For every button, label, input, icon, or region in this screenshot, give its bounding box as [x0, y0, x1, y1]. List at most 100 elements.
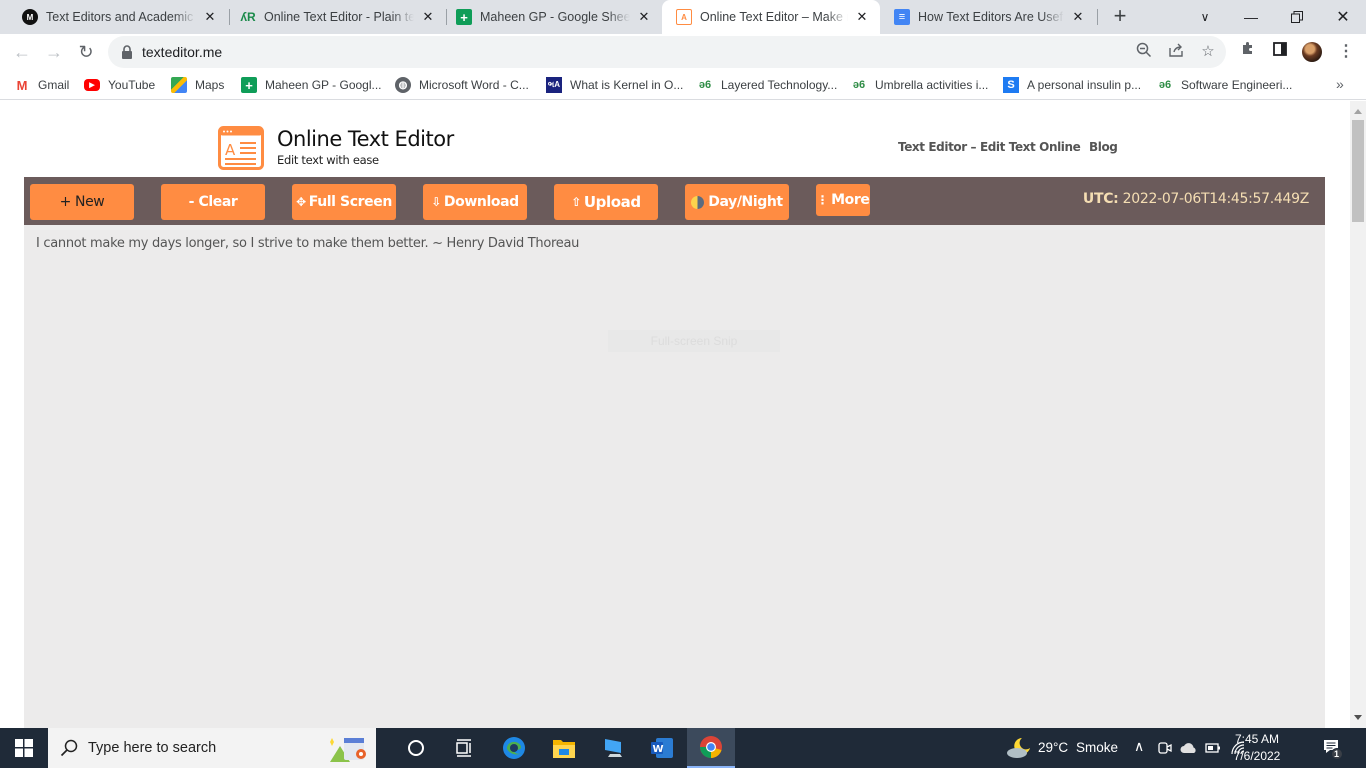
- new-tab-button[interactable]: +: [1108, 4, 1132, 30]
- profile-avatar[interactable]: [1302, 42, 1322, 62]
- bookmark-label: What is Kernel in O...: [570, 78, 684, 92]
- tab-maheen-gp-sheets[interactable]: + Maheen GP - Google Sheets ✕: [442, 0, 662, 34]
- vertical-dots-icon: ⋮: [816, 193, 829, 207]
- weather-moon-cloud-icon[interactable]: [1006, 736, 1032, 760]
- side-panel-icon[interactable]: [1268, 40, 1292, 64]
- upload-button[interactable]: ⇧ Upload: [554, 184, 658, 220]
- share-icon[interactable]: [1166, 42, 1186, 62]
- extensions-puzzle-icon[interactable]: [1236, 40, 1260, 64]
- microsoft-word-icon[interactable]: W: [638, 728, 686, 768]
- bookmark-maheen-gp[interactable]: + Maheen GP - Googl...: [241, 76, 382, 94]
- this-pc-icon[interactable]: [590, 728, 638, 768]
- scribd-icon: S: [1003, 77, 1019, 93]
- utc-label: UTC:: [1082, 191, 1119, 207]
- close-tab-icon[interactable]: ✕: [636, 9, 652, 25]
- tab-online-text-editor-active[interactable]: A Online Text Editor – Make no ✕: [662, 0, 880, 34]
- taskbar-search-box[interactable]: Type here to search: [48, 728, 376, 768]
- tab-how-text-editors-useful[interactable]: ≡ How Text Editors Are Useful i ✕: [880, 0, 1096, 34]
- bookmark-software-engineering[interactable]: ǝ6 Software Engineeri...: [1157, 76, 1293, 94]
- bookmark-maps[interactable]: Maps: [171, 76, 224, 94]
- bookmark-label: Software Engineeri...: [1181, 78, 1293, 92]
- site-title[interactable]: Online Text Editor: [277, 127, 454, 151]
- taskbar-clock[interactable]: 7:45 AM 7/6/2022: [1222, 731, 1292, 765]
- sheets-icon: +: [456, 9, 472, 25]
- close-tab-icon[interactable]: ✕: [854, 9, 870, 25]
- tab-search-chevron-icon[interactable]: ∨: [1182, 0, 1228, 34]
- url-text: texteditor.me: [142, 44, 223, 60]
- scrollbar-thumb[interactable]: [1352, 120, 1364, 222]
- notification-count-badge: 1: [1334, 749, 1340, 759]
- meet-now-camera-icon[interactable]: [1158, 741, 1172, 755]
- text-editor-area[interactable]: I cannot make my days longer, so I striv…: [24, 225, 1325, 728]
- editor-content[interactable]: I cannot make my days longer, so I striv…: [36, 236, 579, 251]
- nav-link-blog[interactable]: Blog: [1089, 140, 1118, 154]
- close-window-icon[interactable]: ✕: [1320, 0, 1366, 34]
- upload-arrow-icon: ⇧: [571, 195, 581, 209]
- reload-icon[interactable]: ↻: [72, 38, 100, 66]
- bookmark-label: Maheen GP - Googl...: [265, 78, 382, 92]
- globe-icon: ◍: [395, 77, 411, 93]
- utc-value: 2022-07-06T14:45:57.449Z: [1118, 191, 1310, 207]
- scroll-down-arrow-icon[interactable]: [1354, 715, 1362, 720]
- geeksforgeeks-icon: ǝ6: [1158, 79, 1172, 91]
- bookmark-gmail[interactable]: M Gmail: [14, 76, 70, 94]
- tab-title: Maheen GP - Google Sheets: [480, 10, 630, 24]
- editor-toolbar: + New - Clear ✥ Full Screen ⇩ Download ⇧…: [24, 177, 1325, 225]
- bookmark-microsoft-word[interactable]: ◍ Microsoft Word - C...: [395, 76, 529, 94]
- weather-description[interactable]: Smoke: [1076, 740, 1118, 755]
- scroll-up-arrow-icon[interactable]: [1354, 109, 1362, 114]
- day-night-button[interactable]: Day/Night: [685, 184, 789, 220]
- file-explorer-icon[interactable]: [540, 728, 588, 768]
- show-hidden-icons-chevron-icon[interactable]: ∧: [1134, 738, 1144, 755]
- clear-button[interactable]: - Clear: [161, 184, 265, 220]
- geeksforgeeks-icon: ǝ6: [852, 79, 866, 91]
- close-tab-icon[interactable]: ✕: [1070, 9, 1086, 25]
- restore-icon[interactable]: [1274, 0, 1320, 34]
- weather-temperature[interactable]: 29°C: [1038, 740, 1068, 755]
- onedrive-cloud-icon[interactable]: [1180, 742, 1198, 754]
- bookmarks-bar: M Gmail ▶ YouTube Maps + Maheen GP - Goo…: [0, 70, 1366, 100]
- back-arrow-icon[interactable]: ←: [8, 38, 36, 66]
- bookmark-umbrella-activities[interactable]: ǝ6 Umbrella activities i...: [851, 76, 989, 94]
- docs-icon: ≡: [894, 9, 910, 25]
- edge-browser-icon[interactable]: [490, 728, 538, 768]
- full-screen-button[interactable]: ✥ Full Screen: [292, 184, 396, 220]
- windows-start-icon[interactable]: [0, 728, 48, 768]
- move-arrows-icon: ✥: [296, 195, 306, 209]
- gmail-icon: M: [16, 77, 28, 93]
- forward-arrow-icon[interactable]: →: [40, 38, 68, 66]
- tab-text-editors-academic[interactable]: M Text Editors and Academic W ✕: [8, 0, 228, 34]
- chrome-browser-icon[interactable]: [687, 728, 735, 768]
- search-highlight-calendar-icon: [330, 738, 366, 762]
- notification-center-icon[interactable]: [1322, 738, 1344, 760]
- bookmarks-overflow-icon[interactable]: »: [1336, 76, 1344, 92]
- address-bar[interactable]: texteditor.me ☆: [108, 36, 1226, 68]
- button-label: More: [831, 192, 870, 208]
- bookmark-star-icon[interactable]: ☆: [1198, 42, 1218, 62]
- clock-date: 7/6/2022: [1233, 749, 1281, 763]
- bookmark-youtube[interactable]: ▶ YouTube: [84, 76, 155, 94]
- minimize-icon[interactable]: —: [1228, 0, 1274, 34]
- battery-icon[interactable]: [1205, 742, 1221, 754]
- tab-online-text-editor-plain[interactable]: ʎR Online Text Editor - Plain text ✕: [226, 0, 446, 34]
- task-view-icon[interactable]: [440, 728, 488, 768]
- tab-title: Online Text Editor - Plain text: [264, 10, 414, 24]
- bookmark-kernel[interactable]: ભA What is Kernel in O...: [546, 76, 683, 94]
- new-button[interactable]: + New: [30, 184, 134, 220]
- lock-icon: [122, 45, 132, 59]
- cortana-icon[interactable]: [392, 728, 440, 768]
- texteditor-icon: A: [676, 9, 692, 25]
- nav-link-text-editor[interactable]: Text Editor – Edit Text Online: [898, 140, 1081, 154]
- zoom-out-icon[interactable]: [1134, 42, 1154, 62]
- page-scrollbar[interactable]: [1350, 101, 1366, 728]
- bookmark-personal-insulin[interactable]: S A personal insulin p...: [1003, 76, 1141, 94]
- download-arrow-icon: ⇩: [431, 195, 441, 209]
- bookmark-layered-technology[interactable]: ǝ6 Layered Technology...: [697, 76, 837, 94]
- close-tab-icon[interactable]: ✕: [420, 9, 436, 25]
- menu-kebab-icon[interactable]: ⋮: [1334, 40, 1358, 64]
- page-content: A Online Text Editor Edit text with ease…: [0, 101, 1350, 728]
- close-tab-icon[interactable]: ✕: [202, 9, 218, 25]
- more-button[interactable]: ⋮ More: [816, 184, 870, 216]
- download-button[interactable]: ⇩ Download: [423, 184, 527, 220]
- windows-taskbar: Type here to search W 29°C Smoke ∧ 7:45 …: [0, 728, 1366, 768]
